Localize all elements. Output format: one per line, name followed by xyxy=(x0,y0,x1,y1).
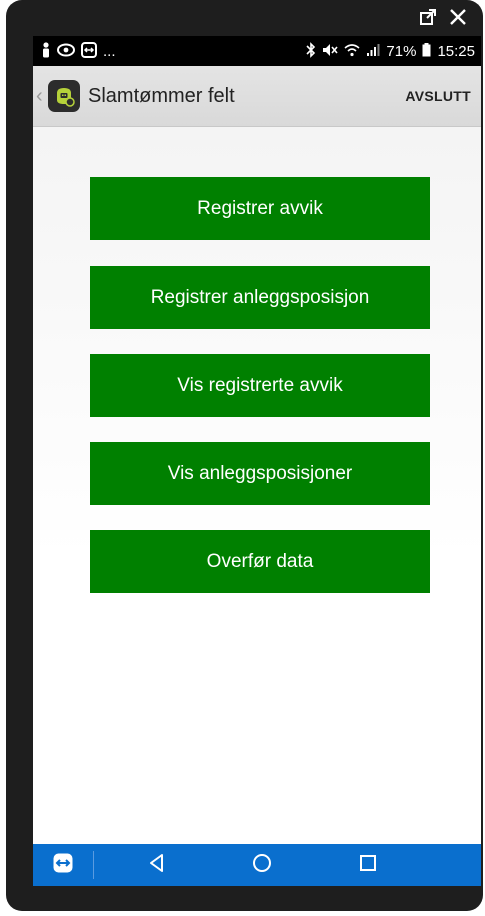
register-facility-position-button[interactable]: Registrer anleggsposisjon xyxy=(90,266,430,329)
nav-teamviewer[interactable] xyxy=(33,852,93,879)
recents-icon[interactable] xyxy=(357,852,379,879)
popout-icon[interactable] xyxy=(419,8,437,26)
battery-icon xyxy=(422,42,431,60)
app-icon[interactable] xyxy=(48,80,80,112)
main-content: Registrer avvik Registrer anleggsposisjo… xyxy=(33,127,481,844)
page-title: Slamtømmer felt xyxy=(88,84,235,107)
nav-bar xyxy=(33,844,481,886)
exit-button[interactable]: AVSLUTT xyxy=(405,88,471,104)
up-caret-icon[interactable]: ‹ xyxy=(36,85,46,108)
status-right: 71% 15:25 xyxy=(306,41,481,61)
close-icon[interactable] xyxy=(449,8,467,26)
home-icon[interactable] xyxy=(251,852,273,879)
battery-percent: 71% xyxy=(386,42,417,60)
teamviewer-icon xyxy=(81,41,97,61)
status-bar: ... 71% 15:25 xyxy=(33,36,481,66)
clock: 15:25 xyxy=(437,42,475,60)
bluetooth-icon xyxy=(306,41,316,61)
transfer-data-button[interactable]: Overfør data xyxy=(90,530,430,593)
person-icon xyxy=(41,41,51,61)
wifi-icon xyxy=(344,43,360,60)
window-controls xyxy=(419,4,467,30)
signal-icon xyxy=(366,43,380,60)
view-facility-positions-button[interactable]: Vis anleggsposisjoner xyxy=(90,442,430,505)
teamviewer-icon[interactable] xyxy=(52,852,74,879)
phone-screen: ... 71% 15:25 ‹ Slamtømmer felt AVSLUTT … xyxy=(33,36,481,886)
nav-keys xyxy=(94,852,481,879)
window-frame: ... 71% 15:25 ‹ Slamtømmer felt AVSLUTT … xyxy=(0,0,485,916)
view-registered-deviations-button[interactable]: Vis registrerte avvik xyxy=(90,354,430,417)
eye-icon xyxy=(57,43,75,60)
mute-icon xyxy=(322,43,339,60)
back-icon[interactable] xyxy=(146,852,168,879)
status-left: ... xyxy=(33,41,116,61)
register-deviation-button[interactable]: Registrer avvik xyxy=(90,177,430,240)
status-overflow-text: ... xyxy=(103,42,116,60)
device-frame: ... 71% 15:25 ‹ Slamtømmer felt AVSLUTT … xyxy=(6,0,483,911)
action-bar: ‹ Slamtømmer felt AVSLUTT xyxy=(33,66,481,127)
